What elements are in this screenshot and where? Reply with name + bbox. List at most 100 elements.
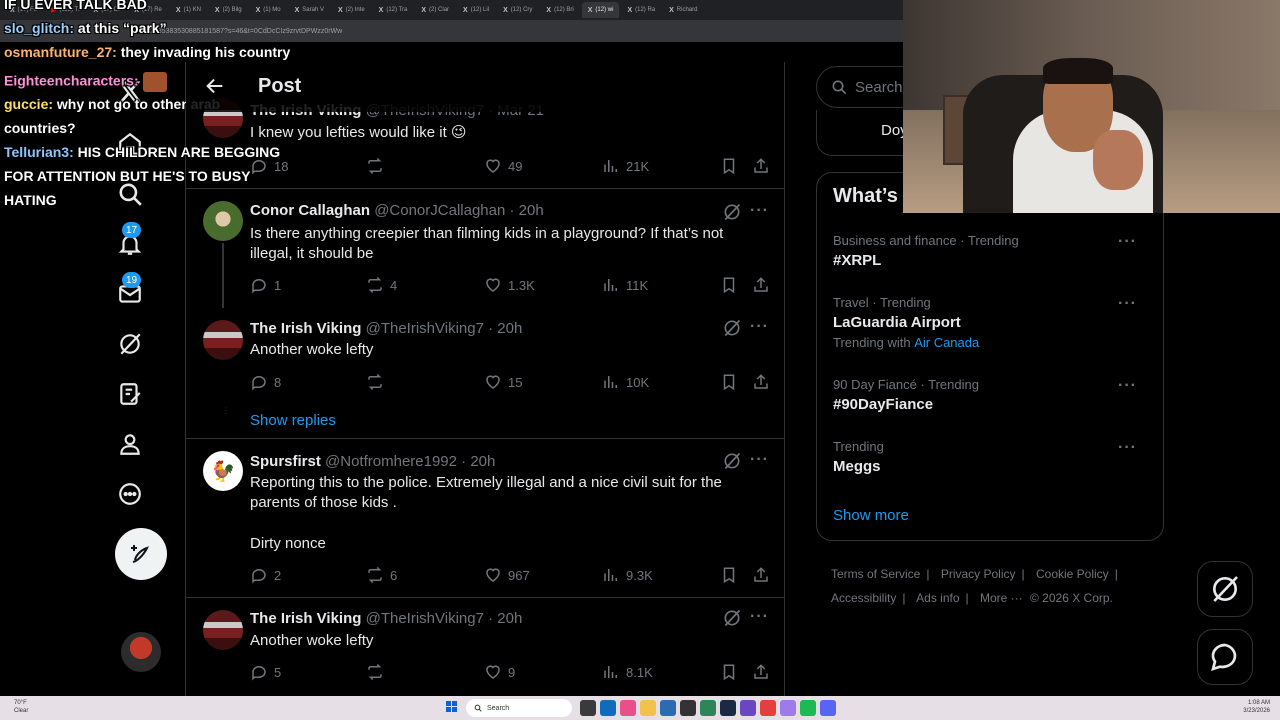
share-button[interactable]	[752, 662, 770, 682]
repost-button[interactable]	[366, 662, 390, 682]
like-button[interactable]: 1.3K	[484, 275, 535, 295]
taskbar-search[interactable]: Search	[466, 699, 572, 717]
account-avatar[interactable]	[121, 632, 161, 672]
steam-icon[interactable]	[720, 700, 736, 716]
like-button[interactable]: 15	[484, 372, 522, 392]
privacy-link[interactable]: Privacy Policy	[941, 567, 1016, 581]
profile-icon[interactable]	[116, 430, 144, 458]
more-options-icon[interactable]: ···	[750, 609, 770, 631]
author-handle[interactable]: @Notfromhere1992	[325, 453, 457, 470]
repost-button[interactable]	[366, 156, 390, 176]
terms-link[interactable]: Terms of Service	[831, 567, 920, 581]
browser-tab[interactable]: X (12) Lil	[457, 2, 495, 18]
browser-tab[interactable]: X (2) Inte	[332, 2, 371, 18]
tweet[interactable]: The Irish Viking @TheIrishViking7 · 20h …	[186, 598, 784, 702]
tweet[interactable]: 🐓 Spursfirst @Notfromhere1992 · 20h ··· …	[186, 439, 784, 598]
like-button[interactable]: 9	[484, 662, 515, 682]
trend-item[interactable]: Travel · Trending LaGuardia Airport Tren…	[833, 295, 1153, 350]
grok-icon[interactable]	[722, 608, 742, 628]
views-button[interactable]: 11K	[602, 275, 648, 295]
show-more-link[interactable]: Show more	[833, 507, 909, 524]
chrome-icon[interactable]	[760, 700, 776, 716]
trend-item[interactable]: 90 Day Fiancé · Trending #90DayFiance ··…	[833, 377, 1153, 413]
reply-button[interactable]: 8	[250, 372, 281, 392]
browser-tab[interactable]: X (12) Tra	[373, 2, 414, 18]
clock[interactable]: 1:08 AM 3/23/2026	[1243, 699, 1270, 715]
more-link[interactable]: More ···	[980, 591, 1023, 605]
bookmark-button[interactable]	[720, 662, 738, 682]
more-options-icon[interactable]: ···	[750, 452, 770, 474]
trend-more-icon[interactable]: ···	[1118, 439, 1137, 457]
trend-more-icon[interactable]: ···	[1118, 233, 1137, 251]
app-icon[interactable]	[660, 700, 676, 716]
browser-tab[interactable]: X (2) Clar	[415, 2, 455, 18]
trend-item[interactable]: Business and finance · Trending #XRPL ··…	[833, 233, 1153, 269]
spotify-icon[interactable]	[800, 700, 816, 716]
show-replies-link[interactable]: Show replies	[250, 412, 336, 429]
messages-fab-button[interactable]	[1197, 629, 1253, 685]
back-arrow-icon[interactable]	[204, 75, 226, 97]
repost-button[interactable]: 6	[366, 565, 397, 585]
app-icon[interactable]	[700, 700, 716, 716]
like-button[interactable]: 967	[484, 565, 530, 585]
views-button[interactable]: 21K	[602, 156, 649, 176]
author-name[interactable]: The Irish Viking	[250, 610, 361, 627]
more-options-icon[interactable]: ···	[750, 319, 770, 341]
discord-icon[interactable]	[820, 700, 836, 716]
avatar[interactable]: 🐓	[203, 451, 243, 491]
bookmark-button[interactable]	[720, 372, 738, 392]
more-icon[interactable]	[116, 480, 144, 508]
compose-post-button[interactable]	[115, 528, 167, 580]
share-button[interactable]	[752, 275, 770, 295]
tweet[interactable]: The Irish Viking @TheIrishViking7 · 20h …	[186, 308, 784, 439]
author-handle[interactable]: @TheIrishViking7	[366, 610, 484, 627]
browser-tab[interactable]: X (12) Cry	[497, 2, 538, 18]
tweet-time[interactable]: · 20h	[488, 320, 522, 337]
author-name[interactable]: Spursfirst	[250, 453, 321, 470]
app-icon[interactable]	[620, 700, 636, 716]
trend-more-icon[interactable]: ···	[1118, 295, 1137, 313]
weather-widget[interactable]: 70°F Clear	[14, 699, 28, 715]
ads-info-link[interactable]: Ads info	[916, 591, 959, 605]
avatar[interactable]	[203, 610, 243, 650]
tweet-time[interactable]: · 20h	[510, 202, 544, 219]
repost-button[interactable]: 4	[366, 275, 397, 295]
grok-icon[interactable]	[116, 330, 144, 358]
share-button[interactable]	[752, 565, 770, 585]
reply-button[interactable]: 1	[250, 275, 281, 295]
browser-tab[interactable]: X Richard	[663, 2, 703, 18]
grok-icon[interactable]	[722, 318, 742, 338]
bookmark-button[interactable]	[720, 565, 738, 585]
share-button[interactable]	[752, 156, 770, 176]
views-button[interactable]: 8.1K	[602, 662, 653, 682]
like-button[interactable]: 49	[484, 156, 522, 176]
avatar[interactable]	[203, 320, 243, 360]
app-icon[interactable]	[740, 700, 756, 716]
trend-item[interactable]: Trending Meggs ···	[833, 439, 1153, 475]
bookmark-button[interactable]	[720, 156, 738, 176]
reply-button[interactable]: 5	[250, 662, 281, 682]
edge-icon[interactable]	[600, 700, 616, 716]
notifications-icon[interactable]: 17	[116, 222, 144, 258]
author-name[interactable]: The Irish Viking	[250, 320, 361, 337]
browser-tab[interactable]: X (12) Bri	[540, 2, 579, 18]
grok-icon[interactable]	[722, 451, 742, 471]
cookie-link[interactable]: Cookie Policy	[1036, 567, 1109, 581]
drafts-icon[interactable]	[116, 380, 144, 408]
trend-more-icon[interactable]: ···	[1118, 377, 1137, 395]
views-button[interactable]: 10K	[602, 372, 649, 392]
browser-tab-active[interactable]: X (12) wi	[581, 2, 620, 18]
task-view-icon[interactable]	[580, 700, 596, 716]
messages-icon[interactable]: 19	[116, 272, 144, 308]
file-explorer-icon[interactable]	[640, 700, 656, 716]
author-handle[interactable]: @TheIrishViking7	[366, 320, 484, 337]
views-button[interactable]: 9.3K	[602, 565, 653, 585]
reply-button[interactable]: 2	[250, 565, 281, 585]
app-icon[interactable]	[680, 700, 696, 716]
browser-tab[interactable]: X (12) Ra	[621, 2, 661, 18]
tweet-time[interactable]: · 20h	[461, 453, 495, 470]
share-button[interactable]	[752, 372, 770, 392]
repost-button[interactable]	[366, 372, 390, 392]
bookmark-button[interactable]	[720, 275, 738, 295]
more-options-icon[interactable]: ···	[750, 203, 770, 225]
